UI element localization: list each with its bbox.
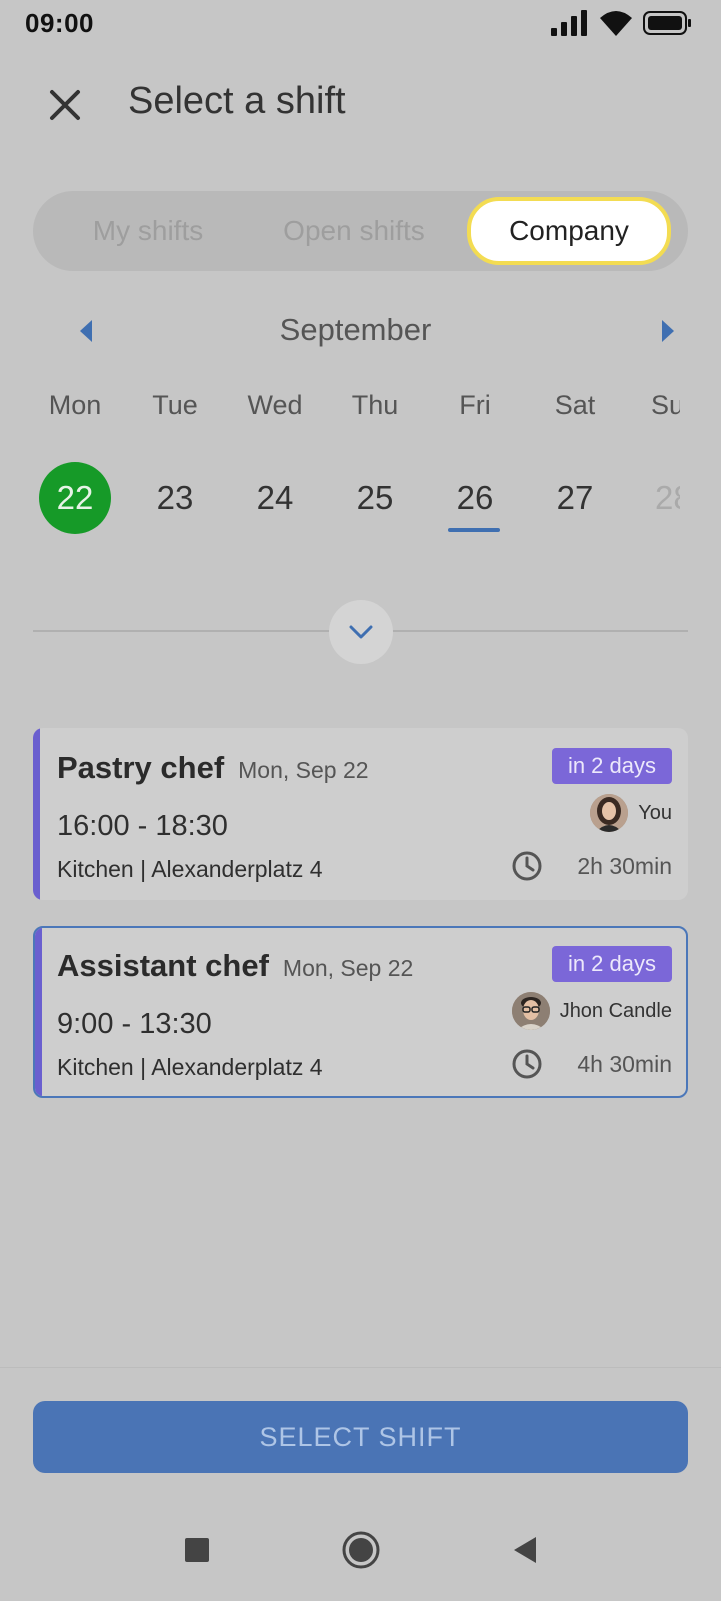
weekday-label: Sun: [651, 390, 680, 420]
avatar: [511, 992, 550, 1030]
caret-right-icon: [662, 320, 674, 342]
month-label: September: [279, 312, 432, 347]
shift-role-name: Pastry chef: [57, 750, 225, 785]
chevron-down-icon: [349, 625, 373, 639]
close-button[interactable]: [44, 84, 86, 126]
date-25[interactable]: 25: [325, 462, 425, 534]
header: Select a shift: [0, 70, 721, 140]
clock-icon: [512, 851, 542, 881]
shift-duration: 4h 30min: [511, 1048, 672, 1080]
date-28[interactable]: 28: [625, 462, 680, 534]
date-number: 22: [39, 462, 111, 534]
next-month-button[interactable]: [652, 316, 682, 346]
shift-location: Kitchen | Alexanderplatz 4: [57, 856, 323, 882]
shift-date: Mon, Sep 22: [238, 757, 369, 783]
shift-location: Kitchen | Alexanderplatz 4: [57, 1054, 323, 1080]
recents-icon: [185, 1538, 209, 1562]
back-icon: [514, 1537, 536, 1563]
person-name: You: [638, 801, 672, 824]
shift-role: Pastry chef Mon, Sep 22: [57, 750, 369, 786]
shift-filter-tabs: My shifts Open shifts Company: [33, 191, 688, 271]
weekday-row: Mon Tue Wed Thu Fri Sat Sun: [0, 390, 721, 430]
date-row: 22 23 24 25 26 27 28: [0, 462, 721, 542]
card-accent-bar: [33, 728, 40, 900]
close-icon: [50, 90, 80, 120]
status-icons: [551, 10, 693, 36]
battery-icon: [643, 11, 691, 35]
clock-icon: [512, 1049, 542, 1079]
avatar-woman-icon: [590, 794, 629, 832]
shift-indicator: [448, 528, 500, 532]
shift-card-selected[interactable]: Assistant chef Mon, Sep 22 in 2 days 9:00…: [33, 926, 688, 1098]
weekday-label: Mon: [48, 390, 102, 420]
home-icon: [342, 1531, 380, 1569]
tab-company[interactable]: Company: [467, 197, 671, 265]
shift-role: Assistant chef Mon, Sep 22: [57, 948, 413, 984]
weekday-label: Sat: [554, 390, 596, 420]
shift-role-name: Assistant chef: [57, 948, 269, 983]
shift-hours: 9:00 - 13:30: [57, 1008, 212, 1040]
avatar-man-icon: [511, 992, 550, 1030]
card-accent-bar: [35, 928, 42, 1096]
weekday-label: Wed: [247, 390, 303, 420]
duration-text: 2h 30min: [577, 852, 672, 879]
status-badge: in 2 days: [551, 748, 672, 784]
weekday-label: Tue: [152, 390, 198, 420]
status-bar: 09:00: [0, 0, 721, 48]
date-27[interactable]: 27: [525, 462, 625, 534]
assigned-person: Jhon Candle: [511, 992, 672, 1030]
weekday-label: Fri: [459, 390, 491, 420]
signal-icon: [551, 10, 587, 36]
assigned-person: You: [590, 794, 672, 832]
shift-hours: 16:00 - 18:30: [57, 810, 228, 842]
shift-date: Mon, Sep 22: [282, 955, 414, 981]
month-navigator: September: [0, 310, 721, 354]
tab-open-shifts[interactable]: Open shifts: [243, 191, 465, 271]
back-button[interactable]: [503, 1528, 547, 1572]
date-22[interactable]: 22: [25, 462, 125, 534]
recents-button[interactable]: [175, 1528, 219, 1572]
date-23[interactable]: 23: [125, 462, 225, 534]
page-title: Select a shift: [128, 80, 346, 122]
date-24[interactable]: 24: [225, 462, 325, 534]
status-time: 09:00: [25, 8, 94, 38]
expand-calendar-button[interactable]: [329, 600, 393, 664]
date-26[interactable]: 26: [425, 462, 525, 534]
person-name: Jhon Candle: [559, 999, 672, 1022]
duration-text: 4h 30min: [577, 1050, 672, 1077]
system-navigation-bar: [0, 1510, 721, 1590]
avatar: [590, 794, 629, 832]
tab-my-shifts[interactable]: My shifts: [33, 191, 263, 271]
weekday-label: Thu: [351, 390, 399, 420]
status-badge: in 2 days: [551, 946, 672, 982]
home-button[interactable]: [339, 1528, 383, 1572]
select-shift-button[interactable]: SELECT SHIFT: [33, 1401, 688, 1473]
wifi-icon: [600, 11, 632, 36]
shift-duration: 2h 30min: [511, 850, 672, 882]
shift-card[interactable]: Pastry chef Mon, Sep 22 in 2 days 16:00 -…: [33, 728, 688, 900]
